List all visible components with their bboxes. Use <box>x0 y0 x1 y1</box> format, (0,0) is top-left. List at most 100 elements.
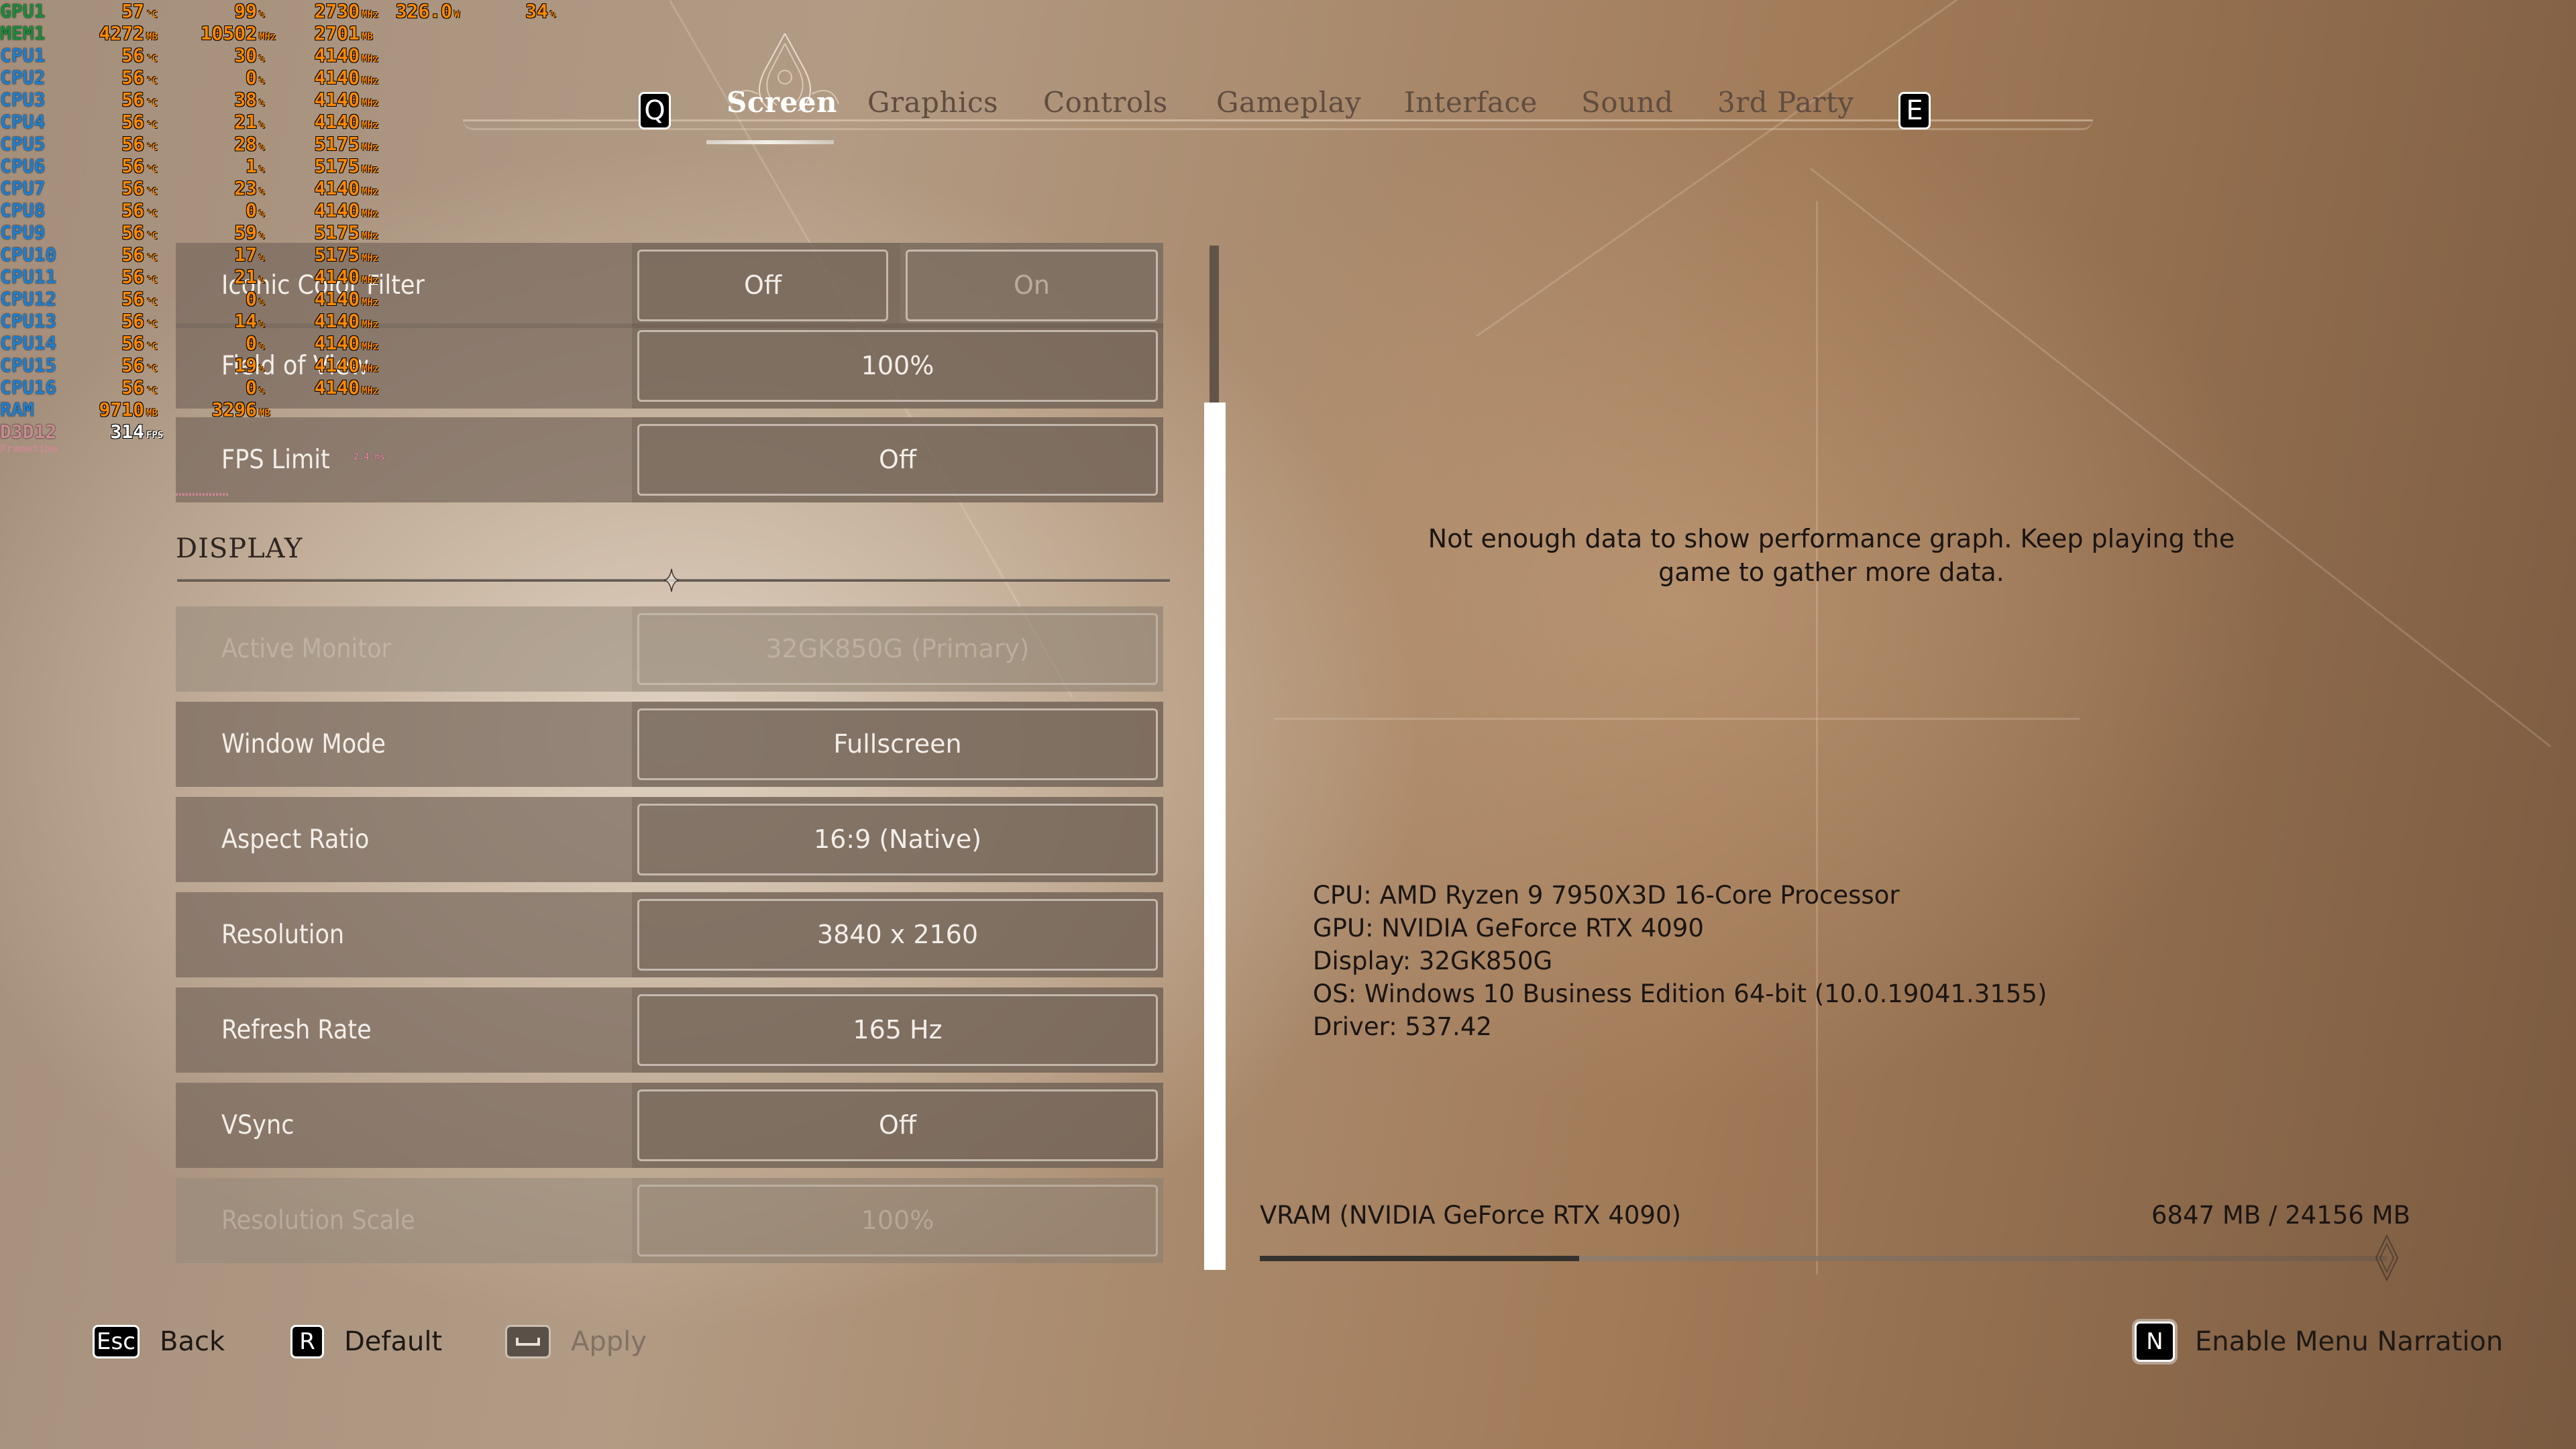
osd-ram-used: 9710 <box>99 398 144 421</box>
osd-cpu-temp: 56 <box>121 310 144 332</box>
back-label: Back <box>160 1326 225 1357</box>
option-label: Off <box>743 270 782 300</box>
next-tab-key-e[interactable]: E <box>1898 92 1931 129</box>
hardware-monitor-overlay: GPU1 57 °C 99% 2730 MHz 326.0 W 34% MEM1 42… <box>0 0 577 455</box>
osd-unit: % <box>259 297 265 308</box>
osd-unit: MHz <box>362 186 379 197</box>
osd-cpu-row: CPU15 56 °C 19% 4140 MHz <box>0 354 577 376</box>
tab-gameplay[interactable]: Gameplay <box>1216 86 1361 119</box>
osd-frametime-value: 2.4 ms <box>354 452 385 462</box>
osd-cpu-clock: 4140 <box>314 44 360 66</box>
osd-unit: MB <box>146 32 158 42</box>
tab-controls[interactable]: Controls <box>1043 86 1168 119</box>
osd-unit: FPS <box>146 430 164 441</box>
osd-unit: MHz <box>362 76 379 87</box>
osd-cpu-clock: 4140 <box>314 199 360 221</box>
osd-cpu-load: 0 <box>246 288 257 310</box>
osd-cpu-temp: 56 <box>121 111 144 133</box>
osd-ram-label: RAM <box>0 398 34 421</box>
enable-menu-narration-button[interactable]: N Enable Menu Narration <box>2135 1322 2504 1362</box>
osd-fps: 314 <box>110 421 144 443</box>
osd-cpu-load: 59 <box>234 221 257 244</box>
osd-unit: % <box>259 164 265 175</box>
default-button[interactable]: R Default <box>290 1323 442 1360</box>
osd-unit: °C <box>146 231 158 241</box>
background-decoration <box>1816 201 1818 1275</box>
setting-value-selector[interactable]: 100% <box>632 323 1163 409</box>
option-off-button[interactable]: Off <box>632 243 894 328</box>
osd-cpu-row: CPU9 56 °C 59% 5175 MHz <box>0 221 577 244</box>
osd-cpu-temp: 56 <box>121 44 144 66</box>
osd-unit: % <box>259 209 265 219</box>
osd-cpu-load: 21 <box>234 111 257 133</box>
tab-3rd-party[interactable]: 3rd Party <box>1717 86 1854 119</box>
option-label: On <box>1014 270 1050 300</box>
setting-value-selector[interactable]: 165 Hz <box>632 987 1163 1073</box>
osd-cpu-load: 0 <box>246 66 257 89</box>
setting-value: Off <box>878 1110 917 1140</box>
setting-label: Window Mode <box>221 729 386 759</box>
setting-row-window-mode[interactable]: Window Mode Fullscreen <box>176 702 1163 787</box>
prev-tab-key-q[interactable]: Q <box>639 92 671 129</box>
osd-cpu-row: CPU10 56 °C 17% 5175 MHz <box>0 244 577 266</box>
osd-cpu-temp: 56 <box>121 66 144 89</box>
setting-row-resolution[interactable]: Resolution 3840 x 2160 <box>176 892 1163 977</box>
setting-value: 100% <box>861 1205 934 1235</box>
osd-unit: % <box>259 120 265 131</box>
osd-unit: MHz <box>362 9 379 20</box>
back-button[interactable]: Esc Back <box>93 1323 225 1360</box>
osd-gpu-fan: 34 <box>525 0 548 22</box>
osd-mem-row: MEM1 4272 MB 10502 MHz 2701 MB <box>0 22 577 44</box>
osd-cpu-label: CPU16 <box>0 376 57 398</box>
osd-cpu-clock: 5175 <box>314 133 360 155</box>
osd-cpu-load: 0 <box>246 376 257 398</box>
osd-cpu-clock: 4140 <box>314 376 360 398</box>
setting-row-resolution-scale: Resolution Scale 100% <box>176 1178 1163 1263</box>
setting-value: 16:9 (Native) <box>813 824 982 854</box>
osd-cpu-row: CPU4 56 °C 21% 4140 MHz <box>0 111 577 133</box>
osd-cpu-temp: 56 <box>121 288 144 310</box>
tab-sound[interactable]: Sound <box>1581 86 1674 119</box>
apply-button[interactable]: Apply <box>505 1323 647 1360</box>
setting-value-selector[interactable]: Off <box>632 1083 1163 1168</box>
osd-unit: % <box>259 364 265 374</box>
tab-screen[interactable]: Screen <box>727 86 837 119</box>
message-line: game to gather more data. <box>1658 557 2004 587</box>
osd-unit: MHz <box>362 231 379 241</box>
narration-label: Enable Menu Narration <box>2195 1326 2504 1357</box>
setting-row-vsync[interactable]: VSync Off <box>176 1083 1163 1168</box>
setting-value-selector[interactable]: 16:9 (Native) <box>632 797 1163 882</box>
setting-value-selector[interactable]: Fullscreen <box>632 702 1163 787</box>
osd-cpu-temp: 56 <box>121 376 144 398</box>
setting-value-selector[interactable]: Off <box>632 417 1163 502</box>
osd-cpu-temp: 56 <box>121 244 144 266</box>
setting-value-selector[interactable]: 3840 x 2160 <box>632 892 1163 977</box>
sysinfo-line: OS: Windows 10 Business Edition 64-bit (… <box>1313 979 2047 1008</box>
osd-cpu-load: 38 <box>234 89 257 111</box>
osd-unit: MHz <box>362 142 379 153</box>
osd-gpu-power: 326.0 <box>395 0 452 22</box>
tab-interface[interactable]: Interface <box>1404 86 1538 119</box>
osd-unit: °C <box>146 386 158 396</box>
osd-cpu-label: CPU11 <box>0 266 57 288</box>
setting-row-aspect-ratio[interactable]: Aspect Ratio 16:9 (Native) <box>176 797 1163 882</box>
osd-unit: MHz <box>362 253 379 264</box>
osd-cpu-load: 30 <box>234 44 257 66</box>
setting-row-refresh-rate[interactable]: Refresh Rate 165 Hz <box>176 987 1163 1073</box>
osd-cpu-load: 0 <box>246 332 257 354</box>
osd-gpu-load: 99 <box>234 0 257 22</box>
osd-unit: °C <box>146 76 158 87</box>
option-on-button[interactable]: On <box>900 243 1163 328</box>
osd-unit: MHz <box>362 364 379 374</box>
osd-cpu-label: CPU12 <box>0 288 57 310</box>
osd-cpu-row: CPU6 56 °C 1% 5175 MHz <box>0 155 577 177</box>
settings-scrollbar-thumb[interactable] <box>1204 402 1226 1270</box>
section-header-display: DISPLAY <box>176 533 303 564</box>
tab-graphics[interactable]: Graphics <box>867 86 998 119</box>
osd-unit: °C <box>146 209 158 219</box>
setting-label: Active Monitor <box>221 634 391 664</box>
osd-unit: MHz <box>362 164 379 175</box>
osd-cpu-clock: 4140 <box>314 66 360 89</box>
osd-cpu-label: CPU15 <box>0 354 57 376</box>
osd-unit: % <box>259 341 265 352</box>
